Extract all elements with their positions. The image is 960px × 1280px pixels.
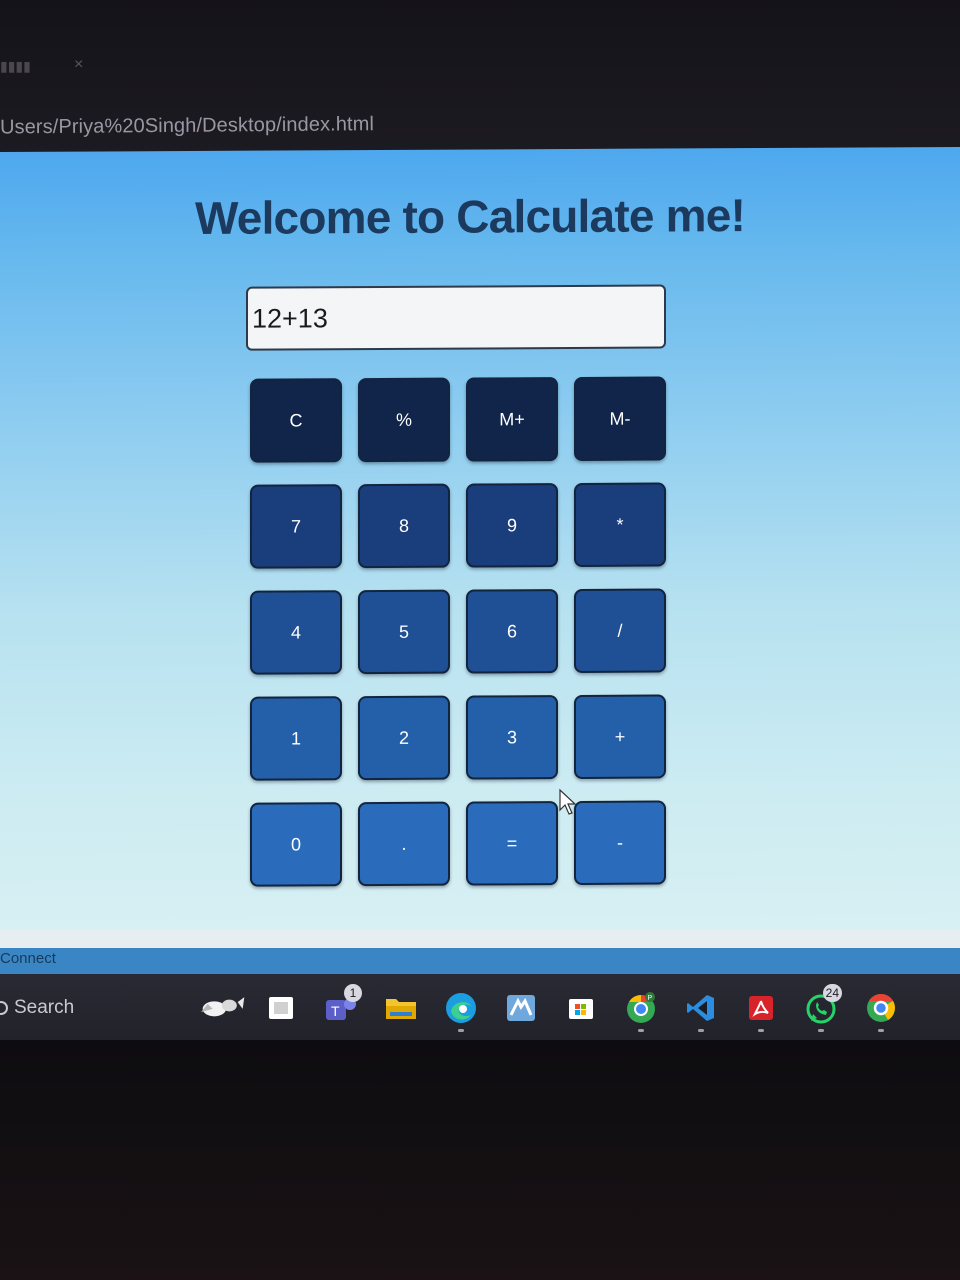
microsoft-store-icon[interactable] (556, 988, 606, 1028)
svg-text:T: T (331, 1003, 340, 1019)
connect-strip: Connect (0, 948, 960, 974)
key-2[interactable]: 2 (358, 695, 450, 781)
teams-icon[interactable]: T 1 (316, 984, 366, 1028)
key-memory-add[interactable]: M+ (466, 377, 558, 462)
calculator-display[interactable] (246, 284, 666, 351)
monitor-bezel (0, 1040, 960, 1280)
key-subtract[interactable]: - (574, 800, 666, 885)
mouse-cursor-icon (559, 788, 577, 815)
browser-tab[interactable]: ▮▮▮▮ (0, 58, 31, 75)
key-9[interactable]: 9 (466, 483, 558, 568)
key-memory-subtract[interactable]: M- (574, 376, 666, 461)
monitor-photo: ▮▮▮▮ × Users/Priya%20Singh/Desktop/index… (0, 0, 960, 1280)
edge-icon[interactable] (436, 988, 486, 1032)
key-7[interactable]: 7 (250, 484, 342, 569)
key-add[interactable]: + (574, 694, 666, 779)
whatsapp-icon[interactable]: 24 (796, 984, 846, 1032)
key-percent[interactable]: % (358, 377, 450, 463)
key-0[interactable]: 0 (250, 802, 342, 887)
taskbar-pinned-apps: T 1 P 24 (196, 984, 906, 1032)
key-3[interactable]: 3 (466, 695, 558, 780)
matlab-icon[interactable] (496, 988, 546, 1028)
page-title: Welcome to Calculate me! (195, 189, 746, 244)
key-multiply[interactable]: * (574, 482, 666, 567)
key-5[interactable]: 5 (358, 589, 450, 675)
page-bottom-strip (0, 930, 960, 948)
key-4[interactable]: 4 (250, 590, 342, 675)
task-view-icon[interactable] (256, 988, 306, 1028)
vscode-icon[interactable] (676, 988, 726, 1032)
widgets-icon[interactable] (196, 988, 246, 1028)
taskbar-search[interactable]: Search (0, 992, 190, 1024)
key-divide[interactable]: / (574, 588, 666, 673)
key-equals[interactable]: = (466, 801, 558, 886)
whatsapp-badge: 24 (822, 984, 842, 1002)
address-url: Users/Priya%20Singh/Desktop/index.html (0, 112, 375, 138)
chrome-profile-icon[interactable]: P (616, 988, 666, 1032)
key-6[interactable]: 6 (466, 589, 558, 674)
connect-label[interactable]: Connect (0, 950, 56, 967)
search-icon (0, 1001, 8, 1015)
key-8[interactable]: 8 (358, 483, 450, 569)
address-bar[interactable]: Users/Priya%20Singh/Desktop/index.html (0, 106, 560, 145)
taskbar: Search T 1 P 24 (0, 974, 960, 1040)
svg-text:P: P (648, 995, 653, 1002)
tab-close-icon[interactable]: × (74, 56, 83, 74)
browser-chrome: ▮▮▮▮ × Users/Priya%20Singh/Desktop/index… (0, 0, 960, 160)
chrome-icon[interactable] (856, 988, 906, 1032)
page-viewport: Welcome to Calculate me! C % M+ M- 7 8 9… (0, 146, 960, 939)
file-explorer-icon[interactable] (376, 988, 426, 1028)
acrobat-icon[interactable] (736, 988, 786, 1032)
search-label: Search (14, 997, 75, 1018)
teams-badge: 1 (344, 984, 362, 1002)
key-decimal[interactable]: . (358, 801, 450, 887)
key-clear[interactable]: C (250, 378, 342, 463)
calculator-keypad: C % M+ M- 7 8 9 * 4 5 6 / 1 2 3 + 0 . = … (250, 376, 670, 887)
key-1[interactable]: 1 (250, 696, 342, 781)
